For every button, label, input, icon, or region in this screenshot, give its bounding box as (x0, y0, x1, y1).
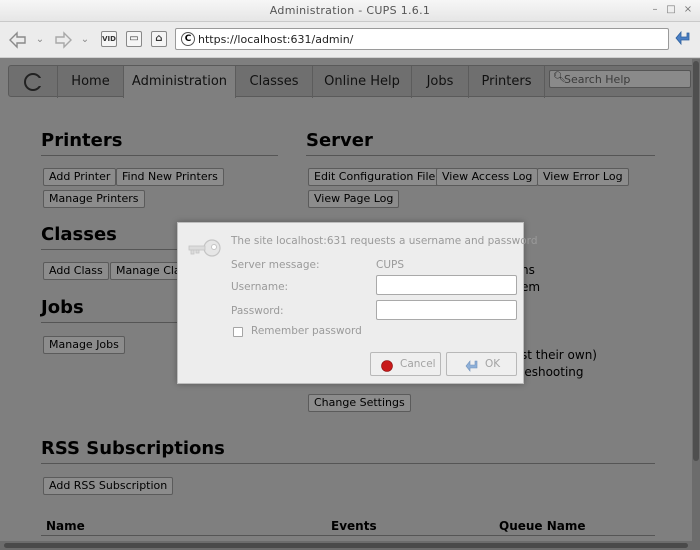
authentication-dialog: The site localhost:631 requests a userna… (177, 222, 537, 384)
manage-printers-button[interactable]: Manage Printers (43, 190, 145, 208)
url-text[interactable]: https://localhost:631/admin/ (198, 33, 353, 46)
ok-button[interactable]: OK (446, 352, 517, 376)
tab-jobs[interactable]: Jobs (411, 66, 468, 98)
back-history-chevron-icon[interactable]: ⌄ (34, 31, 46, 49)
auth-prompt-message: The site localhost:631 requests a userna… (231, 235, 538, 247)
go-arrow-icon[interactable] (672, 29, 694, 49)
tab-online-help[interactable]: Online Help (312, 66, 411, 98)
add-rss-subscription-button[interactable]: Add RSS Subscription (43, 477, 174, 495)
rss-column-name: Name (46, 519, 85, 533)
username-field[interactable] (376, 275, 517, 295)
window-titlebar: Administration - CUPS 1.6.1 – □ × (0, 0, 700, 22)
rss-table-divider (41, 535, 655, 536)
password-label: Password: (231, 305, 284, 317)
cups-tab-bar: Home Administration Classes Online Help … (8, 65, 694, 98)
cancel-button[interactable]: Cancel (370, 352, 441, 376)
rss-column-queue-name: Queue Name (499, 519, 586, 533)
view-access-log-button[interactable]: View Access Log (436, 168, 539, 186)
server-setting-text-4: leshooting (521, 365, 584, 379)
tab-printers[interactable]: Printers (468, 66, 545, 98)
cups-logo-icon[interactable] (9, 66, 57, 98)
remember-password-label: Remember password (251, 325, 362, 337)
password-field[interactable] (376, 300, 517, 320)
view-error-log-button[interactable]: View Error Log (537, 168, 629, 186)
tab-administration[interactable]: Administration (123, 66, 235, 98)
change-settings-button[interactable]: Change Settings (308, 394, 411, 412)
tab-icon[interactable]: ▭ (126, 31, 142, 47)
view-page-log-button[interactable]: View Page Log (308, 190, 400, 208)
cancel-label: Cancel (400, 358, 436, 370)
close-button[interactable]: × (681, 4, 695, 15)
ok-label: OK (485, 358, 501, 370)
forward-history-chevron-icon[interactable]: ⌄ (79, 31, 91, 49)
ok-arrow-icon (465, 358, 478, 372)
printers-heading: Printers (41, 130, 278, 156)
maximize-button[interactable]: □ (664, 4, 678, 15)
vertical-scrollbar[interactable] (692, 59, 700, 541)
find-new-printers-button[interactable]: Find New Printers (116, 168, 224, 186)
manage-jobs-button[interactable]: Manage Jobs (43, 336, 125, 354)
edit-configuration-file-button[interactable]: Edit Configuration File (308, 168, 442, 186)
key-icon (186, 237, 222, 259)
server-setting-text-3: st their own) (521, 348, 597, 362)
window-title: Administration - CUPS 1.6.1 (269, 4, 431, 17)
cancel-icon (381, 358, 393, 372)
vertical-scroll-thumb[interactable] (693, 61, 699, 461)
search-box[interactable]: 🔍︎ (549, 70, 691, 88)
server-heading: Server (306, 130, 655, 156)
remember-password-checkbox[interactable] (233, 327, 243, 337)
server-message-label: Server message: (231, 259, 320, 271)
home-icon[interactable]: ⌂ (151, 31, 167, 47)
tab-home[interactable]: Home (57, 66, 123, 98)
vid-icon[interactable]: VID (101, 31, 117, 47)
forward-arrow-icon[interactable] (53, 31, 73, 49)
server-message-value: CUPS (376, 259, 405, 271)
add-printer-button[interactable]: Add Printer (43, 168, 117, 186)
site-identity-icon[interactable]: C (181, 32, 195, 46)
back-arrow-icon[interactable] (8, 31, 28, 49)
add-class-button[interactable]: Add Class (43, 262, 109, 280)
search-input[interactable] (564, 72, 688, 86)
url-bar[interactable]: C https://localhost:631/admin/ (175, 28, 669, 50)
rss-subscriptions-heading: RSS Subscriptions (41, 438, 655, 464)
tab-classes[interactable]: Classes (235, 66, 312, 98)
browser-navbar: ⌄ ⌄ VID ▭ ⌂ C https://localhost:631/admi… (0, 22, 700, 58)
manage-classes-button[interactable]: Manage Cla (110, 262, 187, 280)
horizontal-scrollbar[interactable] (0, 541, 700, 550)
username-label: Username: (231, 281, 289, 293)
minimize-button[interactable]: – (648, 4, 662, 15)
horizontal-scroll-thumb[interactable] (4, 543, 688, 548)
rss-column-events: Events (331, 519, 377, 533)
